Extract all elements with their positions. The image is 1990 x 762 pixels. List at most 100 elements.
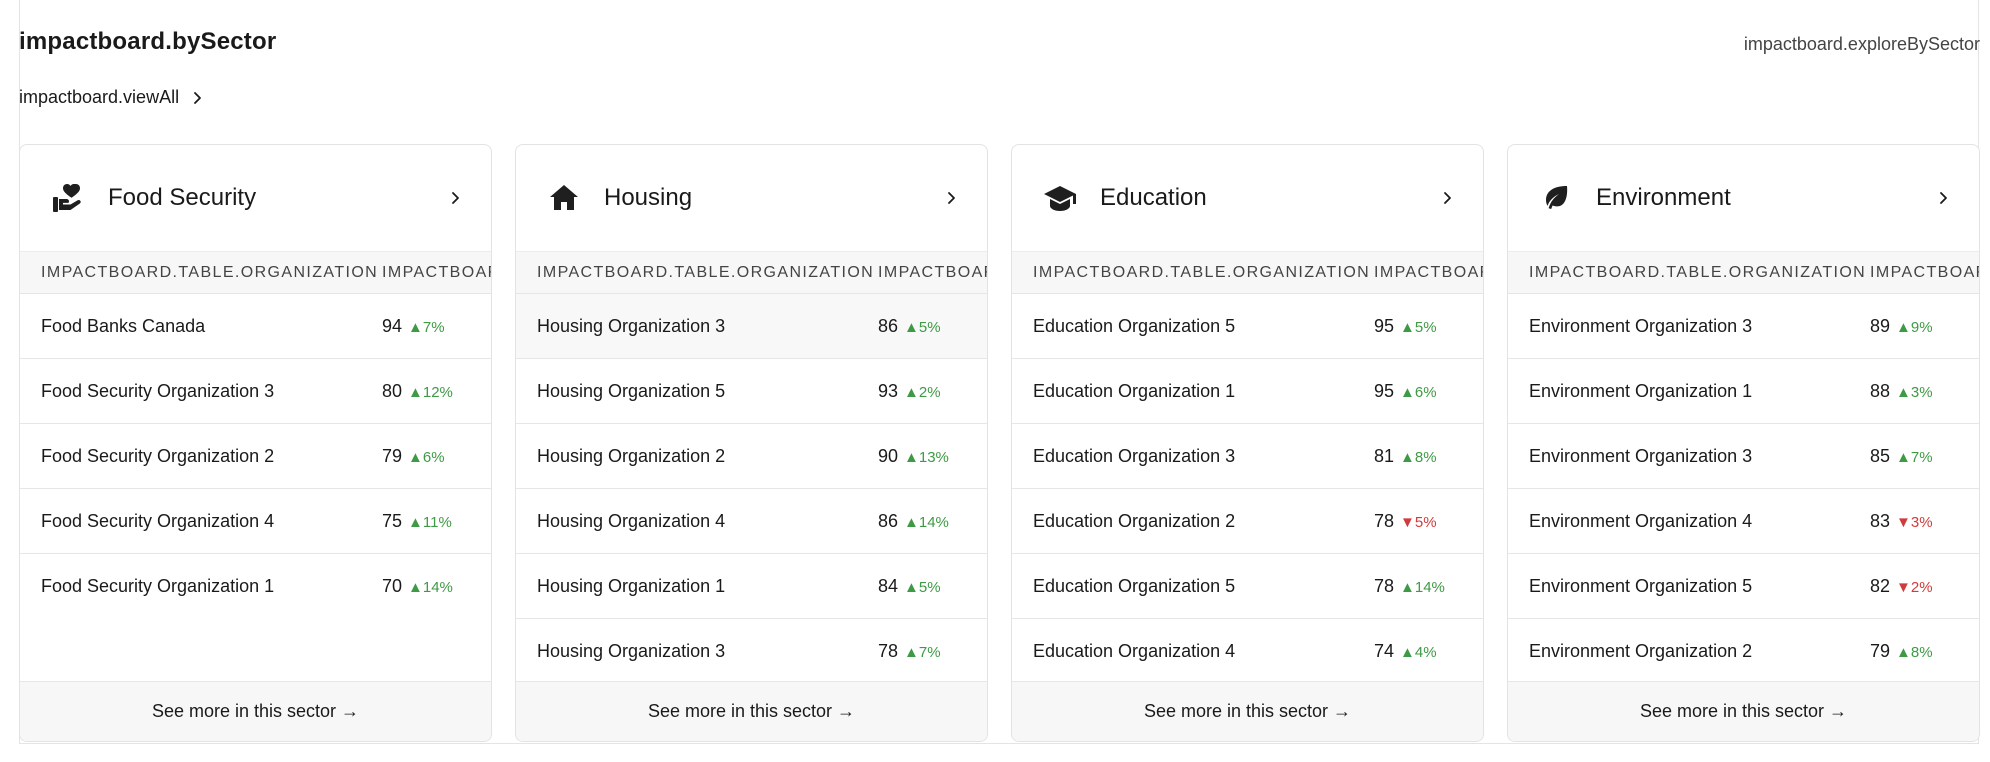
chevron-right-icon[interactable]: [1436, 187, 1458, 209]
hand-heart-icon: [50, 180, 86, 216]
see-more-button[interactable]: See more in this sector →: [20, 681, 491, 741]
table-row[interactable]: Education Organization 5 95 ▲5%: [1012, 294, 1483, 359]
table-header: IMPACTBOARD.TABLE.ORGANIZATION IMPACTBOA…: [516, 251, 987, 294]
score-cell: 84 ▲5%: [878, 576, 941, 597]
table-row[interactable]: Housing Organization 5 93 ▲2%: [516, 359, 987, 424]
organization-name: Food Security Organization 1: [41, 576, 275, 596]
score-value: 93: [878, 380, 899, 401]
score-cell: 81 ▲8%: [1374, 446, 1437, 467]
score-value: 75: [382, 510, 403, 531]
organization-name: Environment Organization 2: [1529, 641, 1753, 661]
see-more-button[interactable]: See more in this sector →: [1012, 681, 1483, 741]
score-delta-badge: ▼3%: [1896, 513, 1933, 531]
table-row[interactable]: Food Security Organization 3 80 ▲12%: [20, 359, 491, 424]
table-row[interactable]: Education Organization 2 78 ▼5%: [1012, 489, 1483, 554]
score-cell: 89 ▲9%: [1870, 316, 1933, 337]
score-delta-badge: ▲2%: [904, 383, 941, 401]
score-value: 95: [1374, 315, 1395, 336]
score-cell: 75 ▲11%: [382, 511, 452, 532]
table-row[interactable]: Housing Organization 1 84 ▲5%: [516, 554, 987, 619]
page-title: impactboard.bySector: [19, 28, 277, 55]
organization-name: Education Organization 5: [1033, 575, 1236, 596]
table-row[interactable]: Environment Organization 3 85 ▲7%: [1508, 424, 1979, 489]
chevron-right-icon[interactable]: [444, 187, 466, 209]
explore-by-sector-link[interactable]: impactboard.exploreBySector: [1744, 34, 1980, 55]
score-delta-badge: ▲11%: [408, 513, 452, 531]
score-cell: 85 ▲7%: [1870, 446, 1933, 467]
table-row[interactable]: Environment Organization 1 88 ▲3%: [1508, 359, 1979, 424]
chevron-right-icon[interactable]: [940, 187, 962, 209]
see-more-button[interactable]: See more in this sector →: [516, 681, 987, 741]
see-more-button[interactable]: See more in this sector →: [1508, 681, 1979, 741]
table-row[interactable]: Education Organization 3 81 ▲8%: [1012, 424, 1483, 489]
organization-name: Food Security Organization 2: [41, 445, 275, 466]
table-row[interactable]: Education Organization 5 78 ▲14%: [1012, 554, 1483, 619]
sector-card-header[interactable]: Housing: [516, 145, 987, 251]
organization-name: Environment Organization 1: [1529, 380, 1753, 401]
score-value: 79: [1870, 641, 1891, 661]
organization-name: Food Security Organization 4: [41, 510, 275, 531]
sector-table-body: Housing Organization 3 86 ▲5% Housing Or…: [516, 294, 987, 684]
home-icon: [546, 180, 582, 216]
sector-table-body: Environment Organization 3 89 ▲9% Enviro…: [1508, 294, 1979, 684]
score-delta-badge: ▲5%: [904, 318, 941, 336]
table-row[interactable]: Environment Organization 4 83 ▼3%: [1508, 489, 1979, 554]
score-cell: 70 ▲14%: [382, 576, 453, 597]
score-cell: 95 ▲6%: [1374, 381, 1437, 402]
organization-name: Environment Organization 4: [1529, 510, 1753, 531]
score-delta-badge: ▲7%: [904, 644, 941, 661]
column-header-organization: IMPACTBOARD.TABLE.ORGANIZATION: [41, 263, 379, 281]
score-cell: 80 ▲12%: [382, 381, 453, 402]
score-value: 94: [382, 315, 403, 336]
column-header-score: IMPACTBOARD.TABLE.SCORE: [878, 263, 987, 281]
organization-name: Housing Organization 2: [537, 445, 726, 466]
table-row[interactable]: Environment Organization 5 82 ▼2%: [1508, 554, 1979, 619]
table-row[interactable]: Food Security Organization 2 79 ▲6%: [20, 424, 491, 489]
chevron-right-icon[interactable]: [1932, 187, 1954, 209]
table-row[interactable]: Housing Organization 2 90 ▲13%: [516, 424, 987, 489]
score-delta-badge: ▼2%: [1896, 578, 1933, 596]
table-row[interactable]: Environment Organization 3 89 ▲9%: [1508, 294, 1979, 359]
organization-name: Education Organization 1: [1033, 380, 1236, 401]
view-all-link[interactable]: impactboard.viewAll: [19, 87, 205, 108]
table-row[interactable]: Environment Organization 2 79 ▲8%: [1508, 619, 1979, 684]
organization-name: Environment Organization 5: [1529, 575, 1753, 596]
table-row[interactable]: Education Organization 4 74 ▲4%: [1012, 619, 1483, 684]
score-delta-badge: ▲4%: [1400, 644, 1437, 661]
column-header-score: IMPACTBOARD.TABLE.SCORE: [1374, 263, 1483, 281]
organization-name: Housing Organization 3: [537, 641, 726, 661]
table-row[interactable]: Housing Organization 4 86 ▲14%: [516, 489, 987, 554]
sector-card-header[interactable]: Education: [1012, 145, 1483, 251]
sector-card-header[interactable]: Environment: [1508, 145, 1979, 251]
organization-name: Education Organization 4: [1033, 641, 1236, 661]
score-value: 78: [878, 641, 899, 661]
table-row[interactable]: Food Banks Canada 94 ▲7%: [20, 294, 491, 359]
sector-card-housing: Housing IMPACTBOARD.TABLE.ORGANIZATION I…: [515, 144, 988, 742]
score-delta-badge: ▲13%: [904, 448, 949, 466]
score-delta-badge: ▼5%: [1400, 513, 1437, 531]
score-delta-badge: ▲12%: [408, 383, 453, 401]
table-row[interactable]: Housing Organization 3 78 ▲7%: [516, 619, 987, 684]
table-row[interactable]: Food Security Organization 1 70 ▲14%: [20, 554, 491, 619]
score-value: 82: [1870, 575, 1891, 596]
score-delta-badge: ▲8%: [1400, 448, 1437, 466]
score-value: 90: [878, 445, 899, 466]
score-cell: 78 ▲7%: [878, 641, 941, 662]
table-row[interactable]: Food Security Organization 4 75 ▲11%: [20, 489, 491, 554]
sector-title: Housing: [604, 184, 693, 211]
column-header-organization: IMPACTBOARD.TABLE.ORGANIZATION: [1033, 263, 1371, 281]
organization-name: Environment Organization 3: [1529, 445, 1753, 466]
score-value: 85: [1870, 445, 1891, 466]
sector-card-header[interactable]: Food Security: [20, 145, 491, 251]
score-cell: 86 ▲5%: [878, 316, 941, 337]
sector-cards: Food Security IMPACTBOARD.TABLE.ORGANIZA…: [19, 144, 1980, 742]
score-value: 83: [1870, 510, 1891, 531]
score-value: 81: [1374, 445, 1395, 466]
organization-name: Housing Organization 4: [537, 510, 726, 531]
score-value: 78: [1374, 575, 1395, 596]
chevron-right-icon: [189, 90, 205, 106]
score-value: 86: [878, 315, 899, 336]
table-row[interactable]: Education Organization 1 95 ▲6%: [1012, 359, 1483, 424]
score-cell: 86 ▲14%: [878, 511, 949, 532]
table-row[interactable]: Housing Organization 3 86 ▲5%: [516, 294, 987, 359]
